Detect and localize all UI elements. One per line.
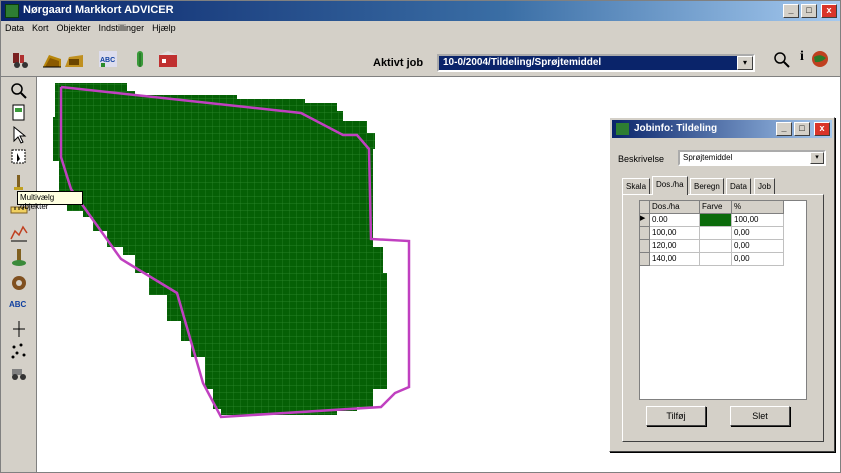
table-cell-pct[interactable]: 0,00 xyxy=(732,227,784,240)
minimize-button[interactable]: _ xyxy=(783,4,799,18)
chevron-down-icon[interactable]: ▾ xyxy=(810,152,824,164)
scatter-icon[interactable] xyxy=(9,341,29,361)
grid-corner xyxy=(640,201,650,214)
delete-button[interactable]: Slet xyxy=(730,406,790,426)
menu-bar: Data Kort Objekter Indstillinger Hjælp xyxy=(1,21,840,37)
col-header-farve[interactable]: Farve xyxy=(700,201,732,214)
search-icon[interactable] xyxy=(771,49,793,69)
multiselect-icon[interactable] xyxy=(9,173,29,193)
sampler-icon[interactable] xyxy=(9,247,29,267)
field-2-icon[interactable] xyxy=(63,49,85,69)
table-cell-dose[interactable]: 100,00 xyxy=(650,227,700,240)
jobinfo-dialog: Jobinfo: Tildeling _ □ x Beskrivelse Spr… xyxy=(609,117,835,452)
tooltip: Multivælg objekter xyxy=(17,191,83,211)
globe-icon[interactable] xyxy=(809,49,831,69)
map-icon[interactable] xyxy=(157,49,179,69)
tractor-tool-icon[interactable] xyxy=(9,363,29,383)
pointer-icon[interactable] xyxy=(9,125,29,145)
dialog-close-button[interactable]: x xyxy=(814,122,830,136)
beskrivelse-value: Sprøjtemiddel xyxy=(683,153,733,162)
dos-ha-panel: Dos./ha Farve % ▶ 0.00 100,00 100,00 0,0… xyxy=(622,194,824,442)
zoom-icon[interactable] xyxy=(9,81,29,101)
row-indicator-icon: ▶ xyxy=(640,214,650,227)
application-window: Nørgaard Markkort ADVICER _ □ x Data Kort… xyxy=(0,0,841,473)
main-toolbar: ABC Aktivt job 10-0/2004/Tildeling/Sprøj… xyxy=(1,37,840,77)
tab-data[interactable]: Data xyxy=(726,178,751,194)
table-cell-color[interactable] xyxy=(700,214,732,227)
menu-kort[interactable]: Kort xyxy=(28,21,53,33)
chevron-down-icon[interactable]: ▾ xyxy=(737,56,753,70)
active-job-value: 10-0/2004/Tildeling/Sprøjtemiddel xyxy=(443,57,602,68)
tab-dos-ha[interactable]: Dos./ha xyxy=(652,176,688,195)
col-header-pct[interactable]: % xyxy=(732,201,784,214)
menu-data[interactable]: Data xyxy=(1,21,28,33)
field-1-icon[interactable] xyxy=(41,49,63,69)
chart-icon[interactable] xyxy=(9,223,29,243)
abc-icon[interactable]: ABC xyxy=(97,49,119,69)
dose-grid[interactable]: Dos./ha Farve % ▶ 0.00 100,00 100,00 0,0… xyxy=(639,200,807,400)
line-icon[interactable] xyxy=(9,319,29,339)
table-cell-color[interactable] xyxy=(700,227,732,240)
table-cell-color[interactable] xyxy=(700,253,732,266)
abc-text-icon[interactable]: ABC xyxy=(9,295,29,315)
app-logo-icon xyxy=(5,4,19,18)
table-cell-dose[interactable]: 140,00 xyxy=(650,253,700,266)
left-toolbar: ABC xyxy=(1,77,37,472)
svg-text:ABC: ABC xyxy=(100,57,115,64)
table-cell-dose[interactable]: 0.00 xyxy=(650,214,700,227)
gear-icon[interactable] xyxy=(9,273,29,293)
dialog-title-bar[interactable]: Jobinfo: Tildeling _ □ x xyxy=(612,120,832,138)
dialog-minimize-button[interactable]: _ xyxy=(776,122,792,136)
beskrivelse-label: Beskrivelse xyxy=(618,154,665,164)
col-header-dose[interactable]: Dos./ha xyxy=(650,201,700,214)
active-job-select[interactable]: 10-0/2004/Tildeling/Sprøjtemiddel ▾ xyxy=(437,54,755,72)
menu-indstillinger[interactable]: Indstillinger xyxy=(95,21,149,33)
window-title: Nørgaard Markkort ADVICER xyxy=(23,4,174,16)
tab-skala[interactable]: Skala xyxy=(622,178,651,194)
table-cell-pct[interactable]: 0,00 xyxy=(732,240,784,253)
row-header xyxy=(640,227,650,240)
active-job-label: Aktivt job xyxy=(373,57,424,69)
select-icon[interactable] xyxy=(9,147,29,167)
plant-icon[interactable] xyxy=(129,49,151,69)
title-bar[interactable]: Nørgaard Markkort ADVICER _ □ x xyxy=(1,1,840,21)
menu-hjaelp[interactable]: Hjælp xyxy=(148,21,180,33)
page-icon[interactable] xyxy=(9,103,29,123)
table-cell-pct[interactable]: 0,00 xyxy=(732,253,784,266)
dialog-app-icon xyxy=(616,123,629,135)
table-cell-color[interactable] xyxy=(700,240,732,253)
close-button[interactable]: x xyxy=(821,4,837,18)
table-cell-dose[interactable]: 120,00 xyxy=(650,240,700,253)
maximize-button[interactable]: □ xyxy=(801,4,817,18)
add-button[interactable]: Tilføj xyxy=(646,406,706,426)
table-cell-pct[interactable]: 100,00 xyxy=(732,214,784,227)
row-header xyxy=(640,253,650,266)
tab-job[interactable]: Job xyxy=(754,178,775,194)
menu-objekter[interactable]: Objekter xyxy=(53,21,95,33)
tractor-icon[interactable] xyxy=(11,49,33,69)
tab-beregn[interactable]: Beregn xyxy=(690,178,724,194)
beskrivelse-select[interactable]: Sprøjtemiddel ▾ xyxy=(678,150,826,166)
row-header xyxy=(640,240,650,253)
dialog-maximize-button[interactable]: □ xyxy=(794,122,810,136)
dialog-title: Jobinfo: Tildeling xyxy=(634,123,718,134)
